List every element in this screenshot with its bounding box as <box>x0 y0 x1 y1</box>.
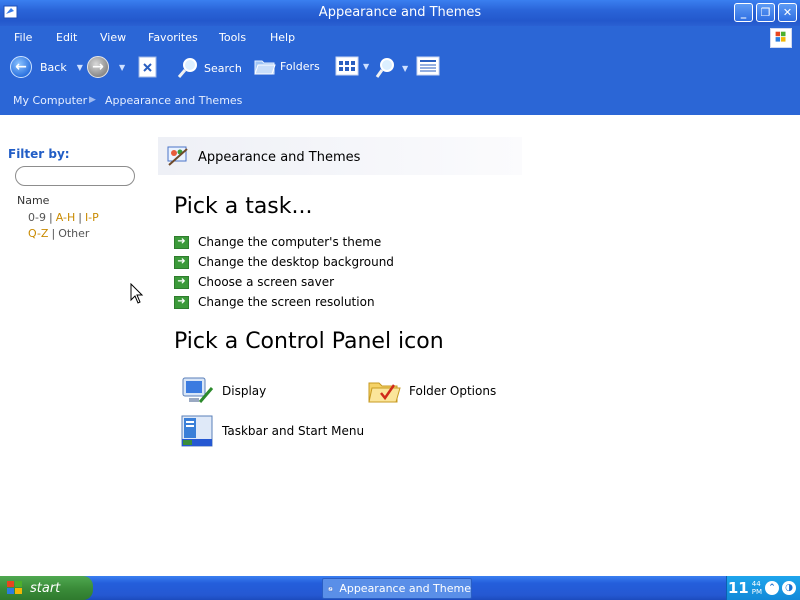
menu-favorites[interactable]: Favorites <box>148 31 198 44</box>
task-label[interactable]: Change the computer's theme <box>198 235 381 249</box>
taskbar: start Appearance and Theme 11 44 PM ⌃ ◑ <box>0 576 800 600</box>
taskbar-start-menu-icon <box>181 415 213 447</box>
taskbar-window-label: Appearance and Theme <box>339 582 471 595</box>
menu-tools[interactable]: Tools <box>219 31 246 44</box>
appearance-themes-small-icon <box>328 586 333 591</box>
windows-flag-icon <box>7 581 22 594</box>
display-item[interactable]: Display <box>180 374 266 408</box>
back-label: Back <box>40 60 67 74</box>
up-folder-button[interactable] <box>138 56 158 78</box>
menu-edit[interactable]: Edit <box>56 31 77 44</box>
chevron-down-icon: ▼ <box>402 63 409 73</box>
appearance-themes-icon <box>167 146 188 166</box>
details-view-icon <box>416 56 440 76</box>
search-label: Search <box>204 61 242 75</box>
restore-button[interactable]: ❐ <box>756 3 775 22</box>
taskbar-start-menu-item[interactable]: Taskbar and Start Menu <box>180 414 364 448</box>
toolbar: ← Back ▼ → ▼ Search Folders ▼ ▼ <box>0 50 800 88</box>
clock-minutes: 44 PM <box>751 580 762 596</box>
title-bar: Appearance and Themes _ ❐ ✕ <box>0 0 800 26</box>
task-item[interactable]: ➜ Change the desktop background <box>174 255 394 269</box>
folders-label: Folders <box>280 59 320 73</box>
task-item[interactable]: ➜ Change the computer's theme <box>174 235 381 249</box>
forward-button[interactable]: → ▼ <box>87 56 125 78</box>
start-label: start <box>30 580 61 596</box>
filter-link-other[interactable]: Other <box>58 227 89 240</box>
name-filter-label: Name <box>17 194 50 207</box>
menu-help[interactable]: Help <box>270 31 295 44</box>
forward-arrow-icon: → <box>87 56 109 78</box>
pick-task-title: Pick a task... <box>174 194 313 219</box>
chevron-down-icon: ▼ <box>76 62 83 72</box>
menu-file[interactable]: File <box>14 31 32 44</box>
breadcrumb-my-computer[interactable]: My Computer <box>13 94 87 107</box>
folders-button[interactable]: Folders <box>254 56 320 76</box>
back-arrow-icon: ← <box>10 56 32 78</box>
filter-link-a-h[interactable]: A-H <box>56 211 76 224</box>
green-arrow-icon: ➜ <box>174 255 189 269</box>
chevron-down-icon: ▼ <box>119 62 126 72</box>
filter-input[interactable] <box>15 166 135 186</box>
task-label[interactable]: Change the desktop background <box>198 255 394 269</box>
up-folder-icon <box>138 56 157 78</box>
display-icon <box>182 377 214 403</box>
breadcrumb: My Computer ▶ Appearance and Themes <box>0 88 800 115</box>
close-button[interactable]: ✕ <box>778 3 797 22</box>
views-button[interactable]: ▼ <box>335 56 369 76</box>
folder-options-icon <box>368 382 401 403</box>
folder-options-label[interactable]: Folder Options <box>409 384 496 398</box>
filter-links-row-2: Q-Z | Other <box>28 227 90 240</box>
pick-icon-title: Pick a Control Panel icon <box>174 329 444 354</box>
chevron-down-icon: ▼ <box>363 61 370 71</box>
back-button[interactable]: ← Back ▼ <box>10 56 83 78</box>
search-icon <box>177 58 197 78</box>
folder-options-item[interactable]: Folder Options <box>367 374 496 408</box>
task-item[interactable]: ➜ Choose a screen saver <box>174 275 334 289</box>
minimize-button[interactable]: _ <box>734 3 753 22</box>
magnifier-icon <box>375 58 394 78</box>
system-tray: 11 44 PM ⌃ ◑ <box>726 576 800 600</box>
clock-hour: 11 <box>727 579 749 597</box>
task-label[interactable]: Choose a screen saver <box>198 275 334 289</box>
tray-expand-icon[interactable]: ⌃ <box>765 581 779 595</box>
search-options-button[interactable]: ▼ <box>374 56 408 80</box>
filter-link-q-z[interactable]: Q-Z <box>28 227 48 240</box>
taskbar-start-menu-label[interactable]: Taskbar and Start Menu <box>222 424 364 438</box>
task-label[interactable]: Change the screen resolution <box>198 295 375 309</box>
menu-bar: File Edit View Favorites Tools Help <box>0 26 800 50</box>
display-label[interactable]: Display <box>222 384 266 398</box>
green-arrow-icon: ➜ <box>174 275 189 289</box>
details-view-button[interactable] <box>416 56 440 76</box>
tray-menu-icon[interactable]: ◑ <box>782 581 796 595</box>
category-title: Appearance and Themes <box>198 150 361 165</box>
breadcrumb-separator-icon: ▶ <box>89 95 96 105</box>
filter-label: Filter by: <box>8 147 70 161</box>
filter-link-0-9[interactable]: 0-9 <box>28 211 46 224</box>
filter-links-row-1: 0-9 | A-H | I-P <box>28 211 99 224</box>
breadcrumb-appearance-themes[interactable]: Appearance and Themes <box>105 94 242 107</box>
mouse-cursor-icon <box>130 283 144 304</box>
task-item[interactable]: ➜ Change the screen resolution <box>174 295 375 309</box>
green-arrow-icon: ➜ <box>174 235 189 249</box>
windows-logo-icon <box>770 28 792 48</box>
filter-link-i-p[interactable]: I-P <box>85 211 99 224</box>
green-arrow-icon: ➜ <box>174 295 189 309</box>
views-icon <box>335 56 359 76</box>
start-button[interactable]: start <box>0 576 93 600</box>
menu-view[interactable]: View <box>100 31 126 44</box>
folders-icon <box>254 60 276 75</box>
taskbar-window-button[interactable]: Appearance and Theme <box>322 578 472 599</box>
search-button[interactable]: Search <box>176 56 242 80</box>
window-title: Appearance and Themes <box>318 5 482 20</box>
